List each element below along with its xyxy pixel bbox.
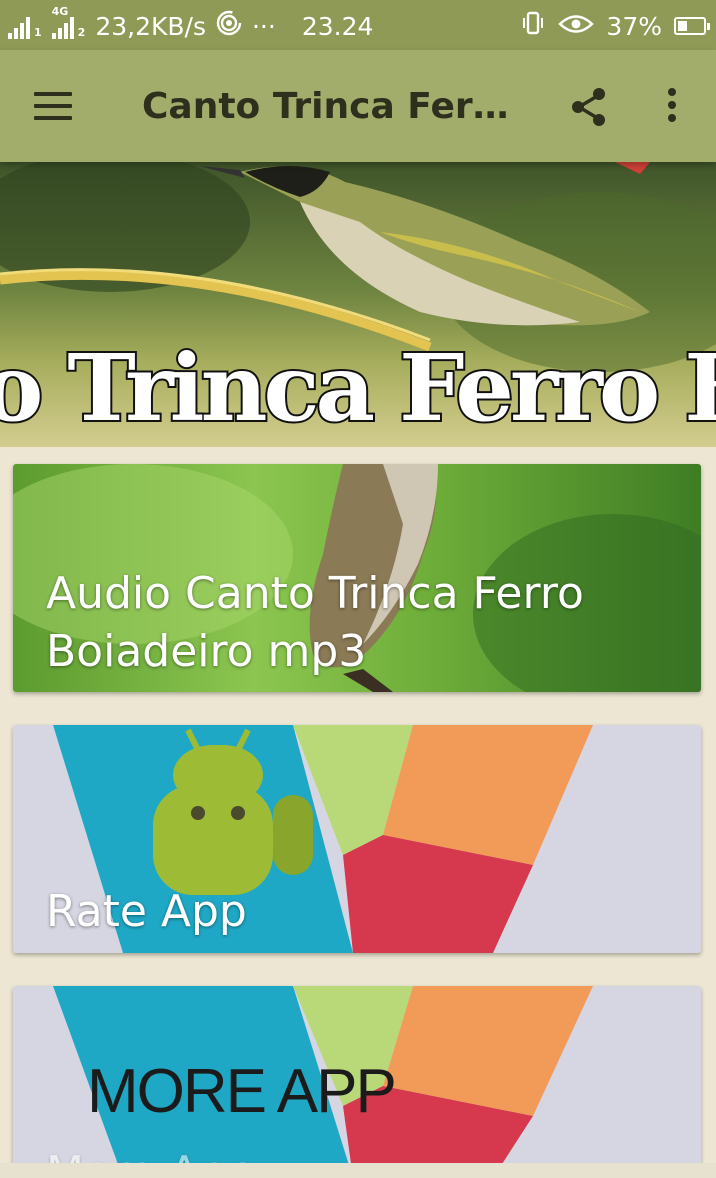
vibrate-icon xyxy=(520,10,546,42)
more-app-card[interactable]: MORE APP More App xyxy=(13,986,701,1178)
sim1-label: 1 xyxy=(34,26,42,39)
overflow-menu-icon[interactable] xyxy=(664,88,680,128)
signal-sim2-icon: 4G 2 xyxy=(51,5,86,39)
rate-app-label: Rate App xyxy=(46,886,247,937)
signal-sim1-icon: 1 xyxy=(8,13,42,39)
audio-card[interactable]: Audio Canto Trinca Ferro Boiadeiro mp3 xyxy=(13,464,701,692)
audio-card-label: Audio Canto Trinca Ferro Boiadeiro mp3 xyxy=(46,568,584,677)
rate-app-card[interactable]: Rate App xyxy=(13,725,701,953)
more-app-image-text: MORE APP xyxy=(87,1057,397,1126)
network-type-label: 4G xyxy=(51,5,69,18)
banner-title: o Trinca Ferro Boiadeiro xyxy=(0,332,716,444)
header-banner: o Trinca Ferro Boiadeiro xyxy=(0,162,716,447)
menu-icon[interactable] xyxy=(34,92,72,120)
battery-percent: 37% xyxy=(606,11,662,41)
bottom-edge xyxy=(0,1163,716,1178)
sim2-label: 2 xyxy=(77,26,86,39)
app-bar: Canto Trinca Ferro Boiadeiro xyxy=(0,50,716,162)
net-speed: 23,2KB/s xyxy=(95,11,206,41)
page-title: Canto Trinca Ferro Boiadeiro xyxy=(142,86,512,127)
eye-comfort-icon xyxy=(558,12,595,41)
more-notifications-icon: ··· xyxy=(251,11,276,41)
hotspot-icon xyxy=(216,10,242,42)
clock: 23.24 xyxy=(301,11,374,41)
status-bar: 1 4G 2 23,2KB/s ··· 23.24 37% xyxy=(0,0,716,50)
battery-icon xyxy=(674,17,710,35)
share-icon[interactable] xyxy=(568,86,610,128)
